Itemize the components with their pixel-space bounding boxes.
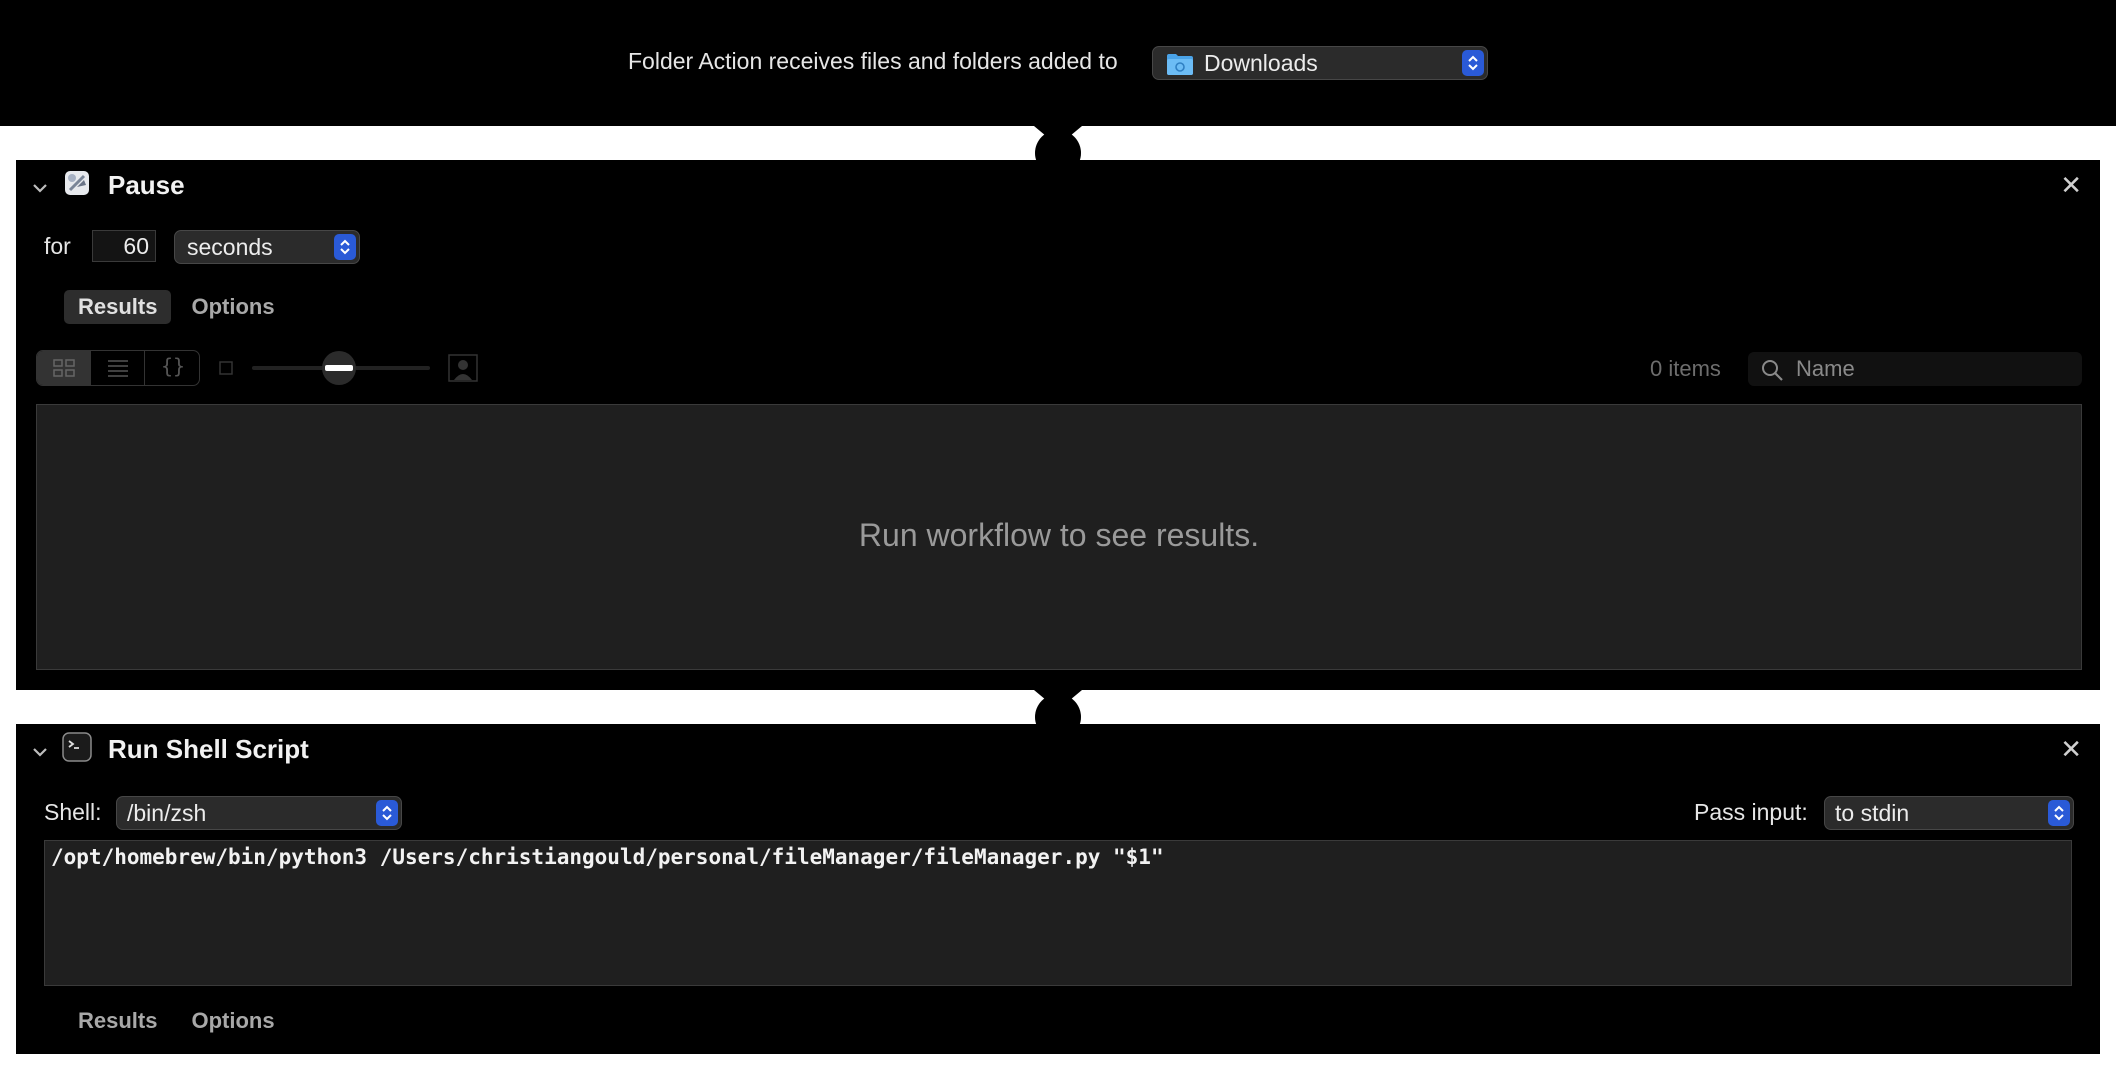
search-field[interactable] xyxy=(1748,352,2082,386)
for-label: for xyxy=(44,233,71,259)
pause-action: Pause ✕ for 60 seconds Results Options {… xyxy=(16,160,2100,690)
items-count: 0 items xyxy=(1650,356,1721,381)
close-icon[interactable]: ✕ xyxy=(2060,736,2082,762)
pause-title: Pause xyxy=(108,170,185,200)
tab-options[interactable]: Options xyxy=(177,1004,288,1038)
unit-popup-value: seconds xyxy=(187,234,273,260)
icon-view-icon[interactable] xyxy=(37,351,91,385)
list-view-icon[interactable] xyxy=(91,351,145,385)
pause-action-icon xyxy=(65,171,89,195)
shell-label: Shell: xyxy=(44,799,102,825)
folder-popup[interactable]: Downloads xyxy=(1152,46,1488,80)
folder-icon xyxy=(1167,54,1193,75)
close-icon[interactable]: ✕ xyxy=(2060,172,2082,198)
popup-stepper-icon xyxy=(376,800,398,826)
large-size-icon xyxy=(448,354,478,382)
json-view-icon[interactable]: {} xyxy=(145,351,199,385)
shell-tabs: Results Options xyxy=(64,1004,295,1038)
small-size-icon xyxy=(219,361,233,375)
folder-popup-value: Downloads xyxy=(1204,50,1318,76)
automator-workflow: Folder Action receives files and folders… xyxy=(0,0,2116,1078)
tab-results[interactable]: Results xyxy=(64,290,172,324)
size-slider-thumb[interactable] xyxy=(322,351,356,385)
pass-input-popup[interactable]: to stdin xyxy=(1824,796,2074,830)
results-area: Run workflow to see results. xyxy=(36,404,2082,670)
duration-field[interactable]: 60 xyxy=(92,230,156,262)
view-mode-segmented: {} xyxy=(36,350,200,386)
popup-stepper-icon xyxy=(2048,800,2070,826)
header-label: Folder Action receives files and folders… xyxy=(628,48,1118,74)
tab-results[interactable]: Results xyxy=(64,1004,171,1038)
chevron-down-icon[interactable] xyxy=(30,742,50,762)
workflow-header: Folder Action receives files and folders… xyxy=(0,0,2116,126)
unit-popup[interactable]: seconds xyxy=(174,230,360,264)
chevron-down-icon[interactable] xyxy=(30,178,50,198)
script-editor[interactable]: /opt/homebrew/bin/python3 /Users/christi… xyxy=(44,840,2072,986)
shell-popup-value: /bin/zsh xyxy=(127,800,207,826)
pass-input-label: Pass input: xyxy=(1694,799,1808,825)
search-icon xyxy=(1762,360,1783,381)
terminal-icon xyxy=(62,732,92,762)
popup-stepper-icon xyxy=(1462,50,1484,76)
popup-stepper-icon xyxy=(334,234,356,260)
shell-popup[interactable]: /bin/zsh xyxy=(116,796,402,830)
shell-title: Run Shell Script xyxy=(108,734,309,764)
results-message: Run workflow to see results. xyxy=(858,517,1260,553)
pass-input-value: to stdin xyxy=(1835,800,1910,826)
tab-options[interactable]: Options xyxy=(177,290,288,324)
run-shell-script-action: Run Shell Script ✕ Shell: /bin/zsh Pass … xyxy=(16,724,2100,1054)
pause-tabs: Results Options xyxy=(64,290,295,324)
search-input[interactable] xyxy=(1796,352,2076,386)
